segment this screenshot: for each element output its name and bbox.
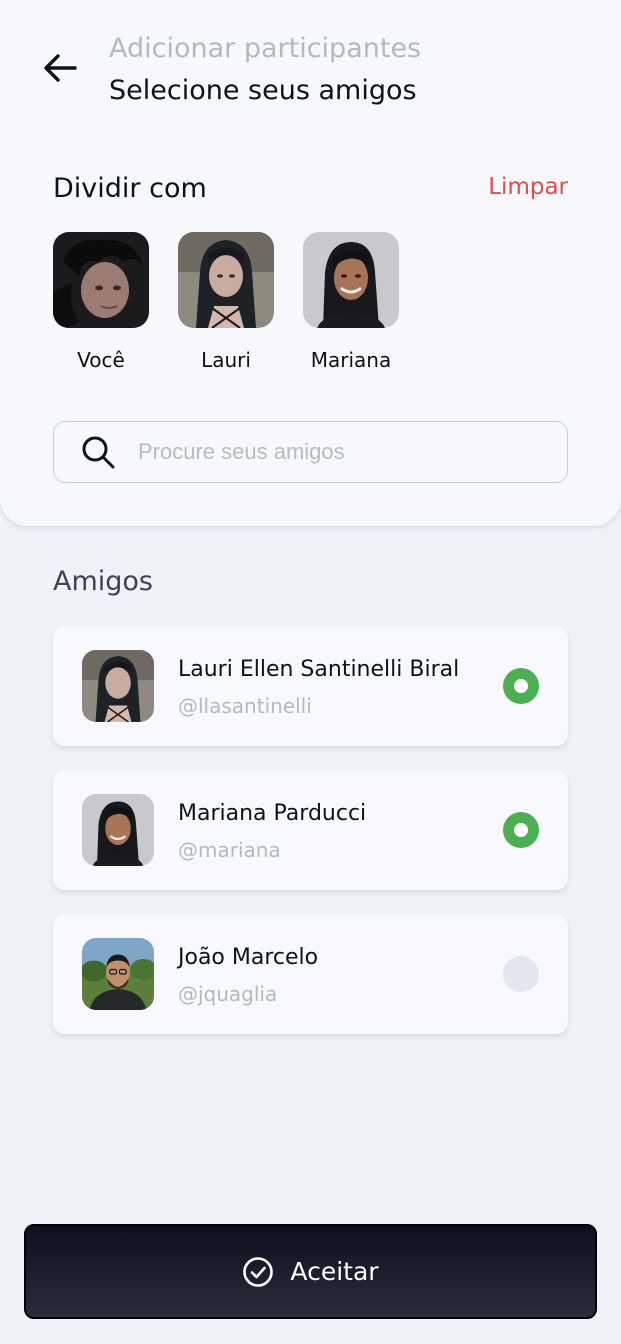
avatar [82, 794, 154, 866]
avatar [178, 232, 274, 328]
friend-handle: @llasantinelli [178, 694, 312, 718]
selected-participant[interactable]: Você [53, 232, 149, 372]
avatar [82, 650, 154, 722]
avatar [82, 938, 154, 1010]
friends-title: Amigos [53, 566, 153, 597]
add-participants-screen: Adicionar participantes Selecione seus a… [0, 0, 621, 1344]
friend-handle: @mariana [178, 838, 281, 862]
selected-participant[interactable]: Lauri [178, 232, 274, 372]
selected-participant[interactable]: Mariana [303, 232, 399, 372]
participant-name: Lauri [201, 348, 251, 372]
arrow-left-icon [44, 54, 77, 82]
avatar [53, 232, 149, 328]
accept-button[interactable]: Aceitar [24, 1224, 597, 1319]
friend-card-lauri[interactable]: Lauri Ellen Santinelli Biral @llasantine… [53, 626, 568, 746]
friend-card-mariana[interactable]: Mariana Parducci @mariana [53, 770, 568, 890]
select-radio[interactable] [503, 668, 539, 704]
top-sheet: Adicionar participantes Selecione seus a… [0, 0, 621, 526]
friend-name: Lauri Ellen Santinelli Biral [178, 657, 460, 682]
friend-name: João Marcelo [178, 945, 319, 970]
page-title: Selecione seus amigos [109, 75, 417, 106]
selected-participants: Você Lauri Mariana [53, 232, 428, 372]
accept-label: Aceitar [290, 1257, 379, 1286]
friend-name: Mariana Parducci [178, 801, 367, 826]
participant-name: Mariana [310, 348, 392, 372]
search-input[interactable] [138, 439, 538, 465]
clear-button[interactable]: Limpar [488, 174, 568, 200]
friend-card-joao[interactable]: João Marcelo @jquaglia [53, 914, 568, 1034]
select-radio[interactable] [503, 812, 539, 848]
check-circle-icon [243, 1256, 274, 1287]
participant-name: Você [77, 348, 125, 372]
friend-handle: @jquaglia [178, 982, 278, 1006]
back-button[interactable] [36, 46, 84, 90]
search-icon [82, 436, 115, 469]
avatar [303, 232, 399, 328]
split-with-title: Dividir com [53, 173, 207, 204]
search-box[interactable] [53, 421, 568, 483]
header-subtitle: Adicionar participantes [109, 33, 422, 64]
select-radio[interactable] [503, 956, 539, 992]
